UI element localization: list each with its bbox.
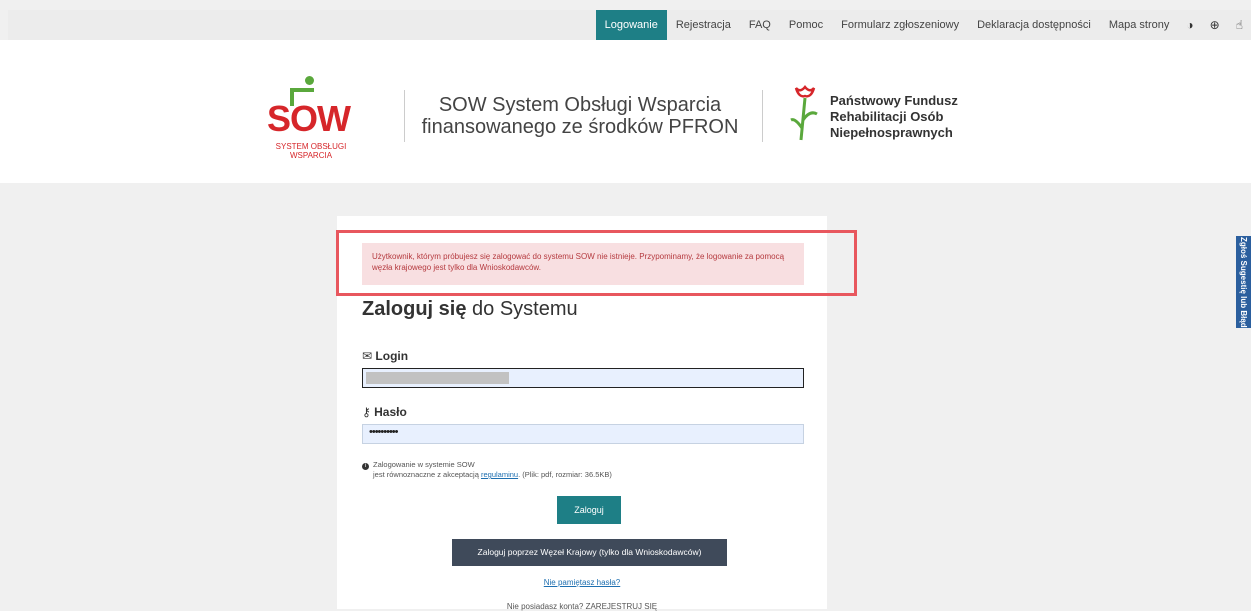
register-link[interactable]: Nie posiadasz konta? ZAREJESTRUJ SIĘ [337,602,827,611]
nav-item-logowanie[interactable]: Logowanie [595,10,667,40]
regulamin-link[interactable]: regulaminu [481,470,518,479]
top-navigation-bar: Logowanie Rejestracja FAQ Pomoc Formular… [8,10,1251,40]
login-title-bold: Zaloguj się [362,298,467,320]
nav-item-mapa-strony[interactable]: Mapa strony [1100,10,1179,40]
zoom-icon[interactable]: ⊕ [1202,10,1228,40]
nav-item-pomoc[interactable]: Pomoc [780,10,832,40]
sow-letter-o: O [290,98,318,139]
login-label: ✉ Login [362,349,408,363]
site-title-line-1: SOW System Obsługi Wsparcia [438,94,722,116]
main-nav: Logowanie Rejestracja FAQ Pomoc Formular… [595,10,1251,40]
password-input-value: •••••••••• [369,426,398,438]
login-title-rest: do Systemu [466,298,578,320]
sow-logo-subtitle: SYSTEM OBSŁUGI WSPARCIA [266,142,356,160]
nav-item-formularz[interactable]: Formularz zgłoszeniowy [832,10,968,40]
password-label-text: Hasło [374,405,407,419]
sow-letter-s: S [267,98,291,139]
pfron-line-2: Rehabilitacji Osób [830,109,944,124]
info-icon: i [362,463,369,470]
login-title: Zaloguj się do Systemu [362,298,578,321]
header-divider-left [404,90,405,142]
pfron-logo-text: Państwowy Fundusz Rehabilitacji Osób Nie… [830,93,958,141]
site-title-line-2: finansowanego ze środków PFRON [421,116,739,138]
envelope-icon: ✉ [362,349,373,363]
nav-item-faq[interactable]: FAQ [740,10,780,40]
contrast-icon[interactable]: ◑ [1178,10,1201,40]
sow-logo: SOW [267,98,351,140]
feedback-side-tab[interactable]: Zgłoś Sugestię lub Błąd [1236,236,1251,328]
pfron-line-1: Państwowy Fundusz [830,93,958,108]
login-input-autofill [366,372,509,384]
sow-subtitle-line-2: WSPARCIA [289,151,333,160]
terms-info: i Zalogowanie w systemie SOW jest równozn… [362,460,612,480]
sign-language-icon[interactable]: ☝ [1228,10,1251,40]
nav-item-rejestracja[interactable]: Rejestracja [667,10,740,40]
info-line-1: Zalogowanie w systemie SOW [373,460,475,469]
info-line-2-pre: jest równoznaczne z akceptacją [373,470,481,479]
login-label-text: Login [375,349,409,363]
key-icon: ⚷ [362,405,371,419]
info-line-2-post: . (Plik: pdf, rozmiar: 36.5KB) [518,470,612,479]
password-label: ⚷ Hasło [362,405,407,419]
login-input[interactable] [362,368,804,388]
pfron-line-3: Niepełnosprawnych [830,125,953,140]
nav-item-deklaracja[interactable]: Deklaracja dostępności [968,10,1100,40]
sow-letter-w: W [317,98,351,139]
error-alert: Użytkownik, którym próbujesz się zalogow… [362,243,804,285]
pfron-tulip-icon [790,85,818,141]
site-title: SOW System Obsługi Wsparcia finansowaneg… [420,94,740,138]
forgot-password-link[interactable]: Nie pamiętasz hasła? [337,578,827,587]
header-divider-right [762,90,763,142]
login-submit-button[interactable]: Zaloguj [557,496,621,524]
page-header: SOW SYSTEM OBSŁUGI WSPARCIA SOW System O… [0,40,1251,183]
sow-subtitle-line-1: SYSTEM OBSŁUGI [275,142,347,151]
password-input[interactable]: •••••••••• [362,424,804,444]
sow-logo-head [305,76,314,85]
wezel-krajowy-button[interactable]: Zaloguj poprzez Węzeł Krajowy (tylko dla… [452,539,727,566]
